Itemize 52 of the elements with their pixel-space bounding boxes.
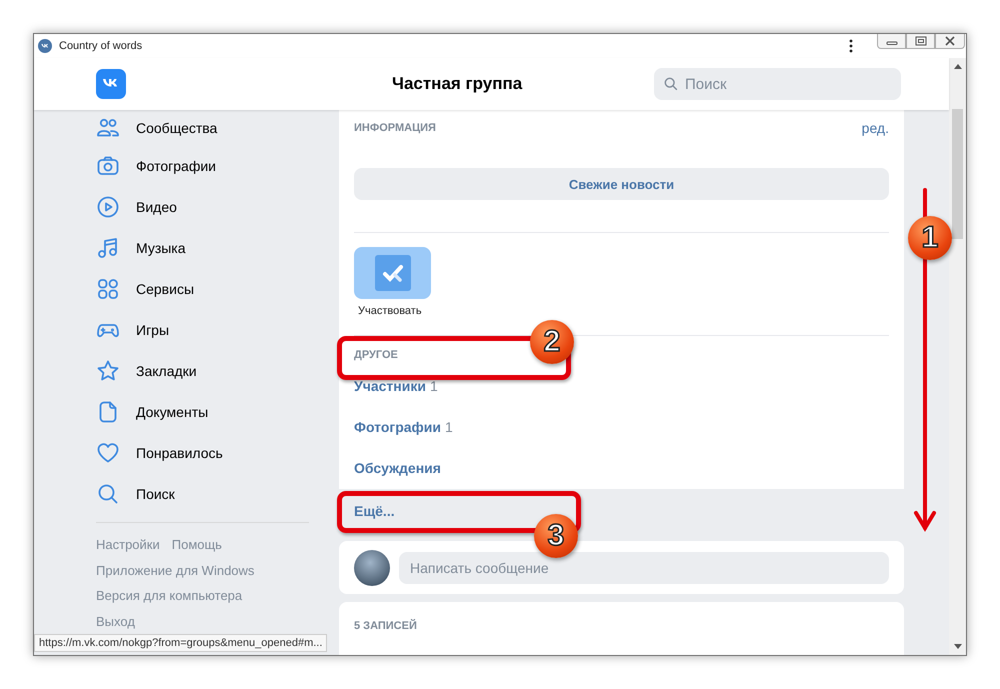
sidebar-item[interactable]: Фотографии bbox=[96, 145, 309, 186]
search-icon bbox=[664, 77, 678, 91]
page-title: Частная группа bbox=[392, 74, 524, 94]
join-tile[interactable] bbox=[354, 247, 431, 299]
maximize-icon bbox=[914, 36, 926, 46]
scrollbar[interactable] bbox=[949, 58, 966, 655]
section-heading: ИНФОРМАЦИЯ bbox=[354, 122, 436, 134]
news-button[interactable]: Свежие новости bbox=[354, 168, 889, 200]
records-heading: 5 ЗАПИСЕЙ bbox=[354, 620, 417, 632]
section-link[interactable]: Участники 1 bbox=[339, 366, 904, 407]
message-field[interactable]: Написать сообщение bbox=[399, 552, 889, 584]
sidebar-item[interactable]: Поиск bbox=[96, 473, 309, 514]
sidebar-item[interactable]: Игры bbox=[96, 309, 309, 350]
search-field[interactable]: Поиск bbox=[654, 68, 901, 100]
sidebar-item[interactable]: Сообщества bbox=[96, 110, 309, 145]
play-icon bbox=[96, 194, 120, 218]
footer-link[interactable]: Версия для компьютера bbox=[96, 588, 242, 604]
footer-link[interactable]: Приложение для Windows bbox=[96, 562, 254, 578]
scroll-down-icon[interactable] bbox=[954, 644, 962, 649]
heart-icon bbox=[96, 440, 120, 464]
close-icon bbox=[944, 36, 956, 46]
sidebar-item[interactable]: Видео bbox=[96, 186, 309, 227]
vk-logo-icon[interactable] bbox=[96, 69, 126, 99]
join-label: Участвовать bbox=[358, 305, 422, 317]
scroll-up-icon[interactable] bbox=[954, 64, 962, 69]
search-icon bbox=[96, 482, 120, 506]
sidebar-item[interactable]: Закладки bbox=[96, 350, 309, 391]
edit-link[interactable]: ред. bbox=[862, 120, 889, 136]
more-options-icon[interactable] bbox=[849, 39, 853, 53]
close-button[interactable] bbox=[935, 34, 965, 49]
app-logo-icon bbox=[38, 39, 52, 53]
sidebar-item[interactable]: Сервисы bbox=[96, 268, 309, 309]
camera-icon bbox=[96, 154, 120, 178]
window-title: Country of words bbox=[59, 40, 144, 52]
footer-link[interactable]: Выход bbox=[96, 614, 135, 629]
status-url: https://m.vk.com/nokgp?from=groups&menu_opened#m... bbox=[34, 634, 328, 652]
footer-link[interactable]: Настройки bbox=[96, 537, 160, 552]
maximize-button[interactable] bbox=[906, 34, 935, 49]
star-icon bbox=[96, 358, 120, 382]
sidebar-item[interactable]: Документы bbox=[96, 391, 309, 432]
section-link[interactable]: Обсуждения bbox=[339, 448, 904, 489]
sidebar-item[interactable]: Понравилось bbox=[96, 432, 309, 473]
section-link[interactable]: Фотографии 1 bbox=[339, 407, 904, 448]
sidebar-item[interactable]: Музыка bbox=[96, 227, 309, 268]
avatar-placeholder bbox=[354, 550, 390, 586]
minimize-button[interactable] bbox=[877, 34, 906, 49]
footer-link[interactable]: Помощь bbox=[172, 537, 222, 552]
checkmark-icon bbox=[374, 255, 410, 291]
grid-icon bbox=[96, 276, 120, 300]
section-heading: ДРУГОЕ bbox=[354, 349, 399, 363]
music-note-icon bbox=[96, 236, 120, 260]
scroll-thumb[interactable] bbox=[952, 109, 963, 239]
